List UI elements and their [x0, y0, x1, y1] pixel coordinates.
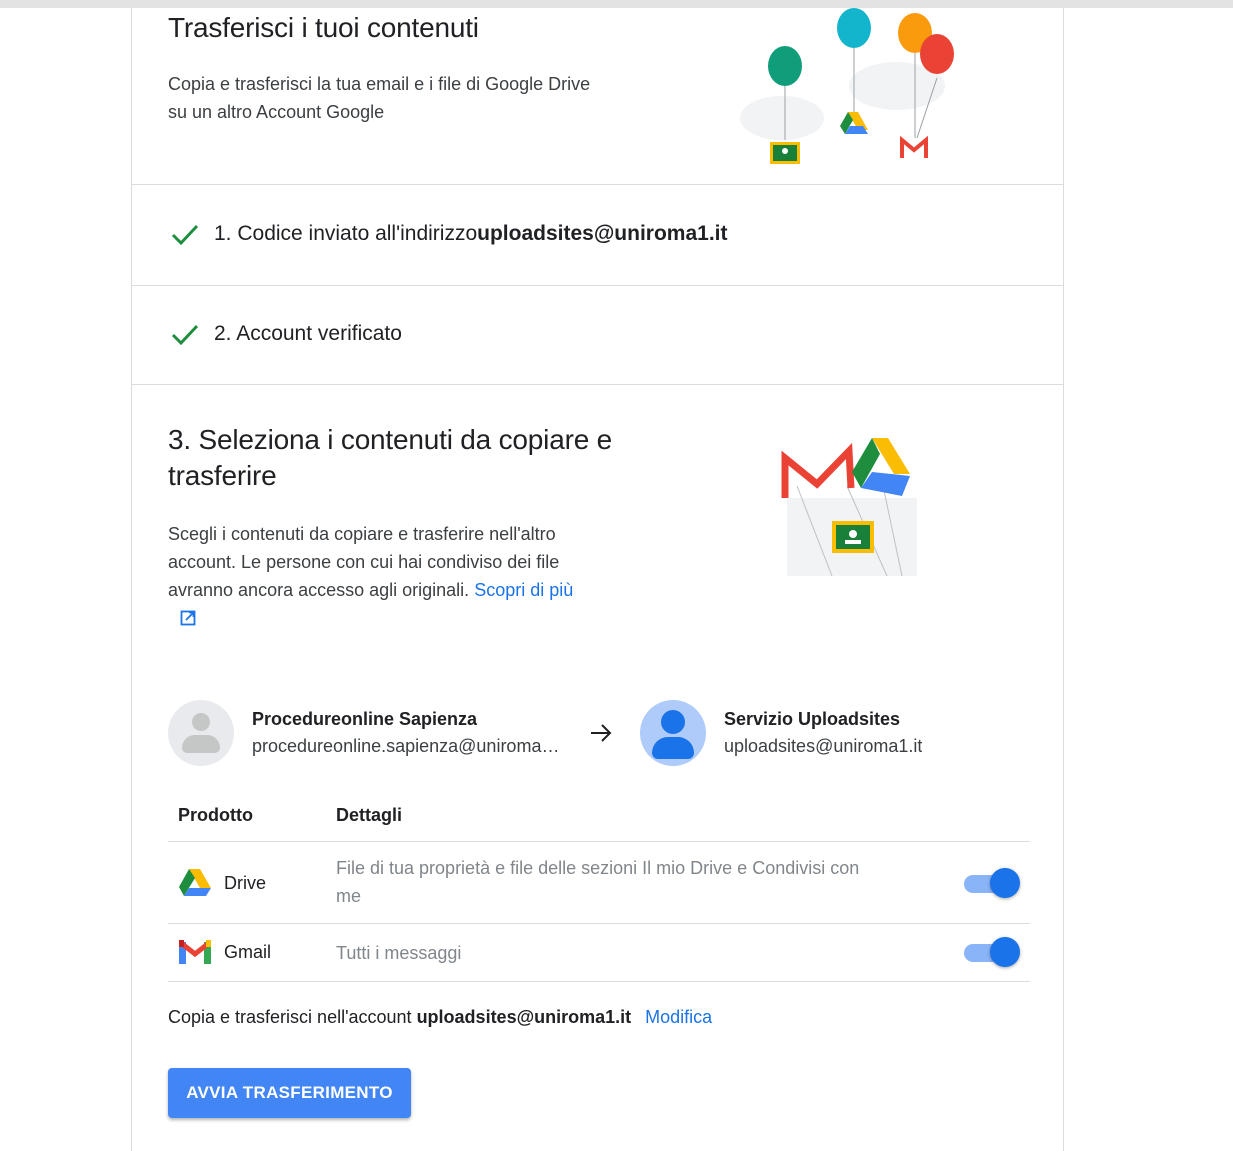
source-account-name: Procedureonline Sapienza — [252, 709, 478, 729]
divider — [132, 285, 1063, 286]
step-3-description: Scegli i contenuti da copiare e trasferi… — [168, 520, 573, 634]
transfer-destination-text: Copia e trasferisci nell'account uploads… — [168, 1007, 713, 1027]
avatar — [168, 700, 234, 766]
table-divider — [168, 923, 1030, 924]
page-title: Trasferisci i tuoi contenuti — [168, 12, 479, 43]
product-details-drive: File di tua proprietà e file delle sezio… — [336, 858, 860, 906]
balloons-illustration — [740, 8, 954, 164]
check-icon — [171, 224, 199, 246]
source-account-email: procedureonline.sapienza@uniroma1.it — [252, 736, 562, 756]
drive-icon — [179, 869, 211, 896]
step-3-title: 3. Seleziona i contenuti da copiare e tr… — [168, 424, 613, 491]
divider — [132, 184, 1063, 185]
top-bar — [0, 0, 1233, 8]
step-1-email: uploadsites@uniroma1.it — [477, 222, 728, 245]
product-name-gmail: Gmail — [224, 941, 272, 962]
target-account: Servizio Uploadsites uploadsites@uniroma… — [640, 700, 922, 766]
edit-link[interactable]: Modifica — [645, 1007, 712, 1027]
target-account-name: Servizio Uploadsites — [724, 709, 901, 729]
transfer-card: Trasferisci i tuoi contenuti Copia e tra… — [131, 8, 1064, 1151]
source-account: Procedureonline Sapienza procedureonline… — [168, 700, 562, 766]
step-1: 1. Codice inviato all'indirizzo uploadsi… — [170, 222, 728, 246]
target-account-email: uploadsites@uniroma1.it — [724, 736, 923, 756]
column-header-details: Dettagli — [336, 805, 403, 825]
product-name-drive: Drive — [224, 872, 267, 893]
products-illustration — [781, 438, 917, 577]
gmail-toggle[interactable] — [964, 937, 1020, 969]
drive-toggle[interactable] — [964, 868, 1020, 900]
destination-email: uploadsites@uniroma1.it — [416, 1007, 632, 1027]
learn-more-link[interactable]: Scopri di più — [474, 580, 573, 600]
step-2: 2. Account verificato — [170, 322, 402, 346]
column-header-product: Prodotto — [178, 805, 253, 825]
gmail-icon — [179, 940, 211, 964]
table-divider — [168, 981, 1030, 982]
check-icon — [171, 324, 199, 346]
table-divider — [168, 841, 1030, 842]
step-2-label: 2. Account verificato — [214, 322, 402, 345]
external-link-icon[interactable] — [180, 610, 196, 626]
avatar — [640, 700, 706, 766]
step-1-label: 1. Codice inviato all'indirizzo — [214, 222, 478, 245]
product-details-gmail: Tutti i messaggi — [336, 943, 462, 963]
divider — [132, 384, 1063, 385]
start-transfer-button[interactable]: AVVIA TRASFERIMENTO — [168, 1068, 411, 1118]
header-description: Copia e trasferisci la tua email e i fil… — [168, 74, 591, 122]
arrow-right-icon — [591, 724, 612, 742]
